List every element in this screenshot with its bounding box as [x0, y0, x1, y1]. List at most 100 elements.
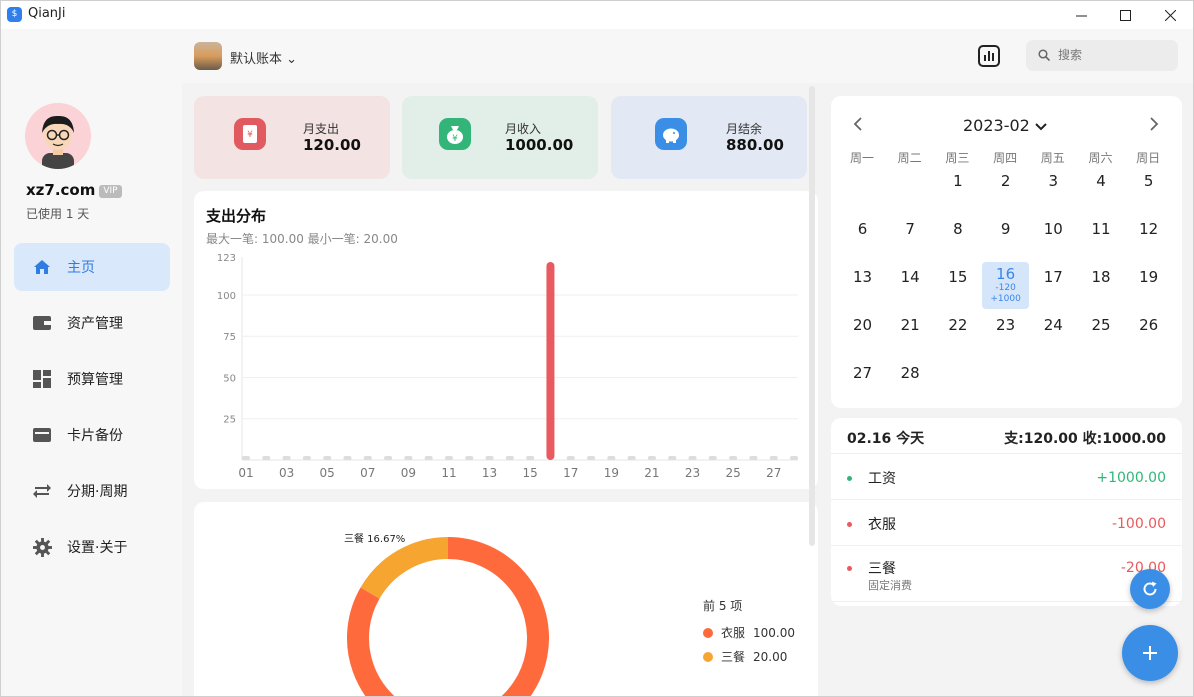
- calendar-day[interactable]: 17: [1030, 262, 1077, 309]
- calendar-day[interactable]: 7: [887, 214, 934, 261]
- pie-slice: [360, 537, 449, 599]
- close-button[interactable]: [1147, 1, 1193, 29]
- transaction-row[interactable]: 衣服 -100.00: [831, 500, 1182, 546]
- day-number: 19: [1139, 268, 1159, 286]
- calendar-day[interactable]: 1: [934, 166, 981, 213]
- sidebar-item-label: 分期·周期: [67, 484, 128, 500]
- calendar-day[interactable]: 26: [1125, 310, 1172, 357]
- calendar-day[interactable]: 5: [1125, 166, 1172, 213]
- bar: [729, 456, 738, 460]
- legend-swatch: [703, 628, 713, 638]
- calendar-day[interactable]: 2: [982, 166, 1029, 213]
- add-record-button[interactable]: [1122, 625, 1178, 681]
- bar: [526, 456, 535, 460]
- calendar-day[interactable]: 24: [1030, 310, 1077, 357]
- monthly-expense-card[interactable]: ¥ 月支出 120.00: [194, 96, 390, 179]
- calendar-day[interactable]: 14: [887, 262, 934, 309]
- calendar-day[interactable]: 23: [982, 310, 1029, 357]
- expense-bar-chart: 25 50 75 100 123 01 03 05 07 09 11 13 15 17 19 21 23 25 27: [217, 253, 798, 480]
- transaction-row[interactable]: 工资 +1000.00: [831, 454, 1182, 500]
- monthly-balance-card[interactable]: 月结余 880.00: [611, 96, 807, 179]
- book-selector[interactable]: 默认账本 ⌄: [230, 48, 297, 67]
- calendar: 2023-02 周一 周二 周三 周四 周五 周六 周日 1 2 3 4 5 6 7 8 9 10 11 12 13 1…: [831, 96, 1182, 408]
- chevron-left-icon: [853, 117, 862, 131]
- chevron-down-icon: ⌄: [286, 52, 298, 67]
- refresh-button[interactable]: [1130, 569, 1170, 609]
- expense-value: 120.00: [303, 136, 361, 154]
- day-number: 8: [953, 220, 963, 238]
- calendar-day[interactable]: 19: [1125, 262, 1172, 309]
- main-scrollbar[interactable]: [809, 86, 815, 546]
- day-number: 20: [852, 316, 873, 334]
- calendar-day[interactable]: 25: [1078, 310, 1125, 357]
- search-input[interactable]: 搜索: [1026, 40, 1178, 71]
- book-cover-image[interactable]: [194, 42, 222, 70]
- minimize-button[interactable]: [1058, 1, 1104, 29]
- calendar-day[interactable]: 18: [1078, 262, 1125, 309]
- category-dot: [847, 522, 852, 527]
- maximize-button[interactable]: [1102, 1, 1148, 29]
- calendar-day[interactable]: 22: [934, 310, 981, 357]
- bar: [566, 456, 575, 460]
- transaction-row[interactable]: 三餐 固定消费 -20.00: [831, 546, 1182, 602]
- usage-days: 已使用 1 天: [26, 207, 90, 221]
- day-summary: 支:120.00 收:1000.00: [1004, 431, 1166, 447]
- maximize-icon: [1119, 9, 1131, 21]
- sidebar-item-label: 卡片备份: [67, 428, 123, 444]
- top-bar: 默认账本 ⌄ 搜索: [182, 29, 1193, 83]
- month-selector[interactable]: 2023-02: [963, 116, 1047, 135]
- x-tick-label: 05: [320, 466, 335, 480]
- weekday-label: 周四: [993, 151, 1018, 165]
- day-number: 1: [953, 172, 963, 190]
- calendar-day[interactable]: 21: [887, 310, 934, 357]
- calendar-day[interactable]: 3: [1030, 166, 1077, 213]
- chevron-down-icon: [1035, 123, 1047, 131]
- bar: [282, 456, 291, 460]
- avatar[interactable]: [25, 103, 91, 169]
- day-number: 11: [1091, 220, 1111, 238]
- monthly-income-card[interactable]: ¥ 月收入 1000.00: [402, 96, 598, 179]
- day-number: 6: [857, 220, 868, 238]
- calendar-day[interactable]: 13: [839, 262, 886, 309]
- sidebar-item-card-backup[interactable]: 卡片备份: [14, 411, 170, 459]
- balance-value: 880.00: [726, 136, 784, 154]
- sidebar-item-installments[interactable]: 分期·周期: [14, 467, 170, 515]
- calendar-day[interactable]: 28: [887, 358, 934, 405]
- calendar-day[interactable]: 8: [934, 214, 981, 261]
- statistics-button[interactable]: [977, 44, 1001, 68]
- bar: [647, 456, 656, 460]
- calendar-day[interactable]: 15: [934, 262, 981, 309]
- legend-label: 三餐: [721, 649, 745, 664]
- user-name: xz7.com VIP: [26, 181, 122, 199]
- calendar-day[interactable]: 9: [982, 214, 1029, 261]
- search-icon: [1038, 49, 1050, 61]
- calendar-day[interactable]: 27: [839, 358, 886, 405]
- calendar-day[interactable]: 12: [1125, 214, 1172, 261]
- calendar-day[interactable]: 20: [839, 310, 886, 357]
- sidebar-item-assets[interactable]: 资产管理: [14, 299, 170, 347]
- bar: [668, 456, 677, 460]
- y-tick-label: 50: [223, 373, 236, 384]
- calendar-day[interactable]: 10: [1030, 214, 1077, 261]
- y-tick-label: 75: [223, 332, 236, 343]
- app-title: QianJi: [28, 6, 66, 21]
- prev-month-button[interactable]: [853, 116, 863, 135]
- svg-text:¥: ¥: [452, 134, 458, 144]
- next-month-button[interactable]: [1149, 116, 1159, 135]
- transaction-name: 三餐: [868, 561, 896, 577]
- legend-value: 20.00: [753, 650, 787, 664]
- chart-icon: [978, 45, 1000, 67]
- calendar-day[interactable]: 6: [839, 214, 886, 261]
- day-number: 3: [1048, 172, 1059, 190]
- weekday-label: 周六: [1088, 151, 1113, 165]
- day-number: 2: [1000, 172, 1011, 190]
- calendar-day[interactable]: 4: [1078, 166, 1125, 213]
- sidebar-item-settings[interactable]: 设置·关于: [14, 523, 170, 571]
- calendar-day[interactable]: 16 -120 +1000: [982, 262, 1030, 309]
- calendar-day[interactable]: 11: [1078, 214, 1125, 261]
- sidebar-item-budget[interactable]: 预算管理: [14, 355, 170, 403]
- x-tick-label: 19: [604, 466, 619, 480]
- sidebar-item-home[interactable]: 主页: [14, 243, 170, 291]
- piggy-bank-icon: [655, 118, 687, 150]
- close-icon: [1164, 9, 1176, 21]
